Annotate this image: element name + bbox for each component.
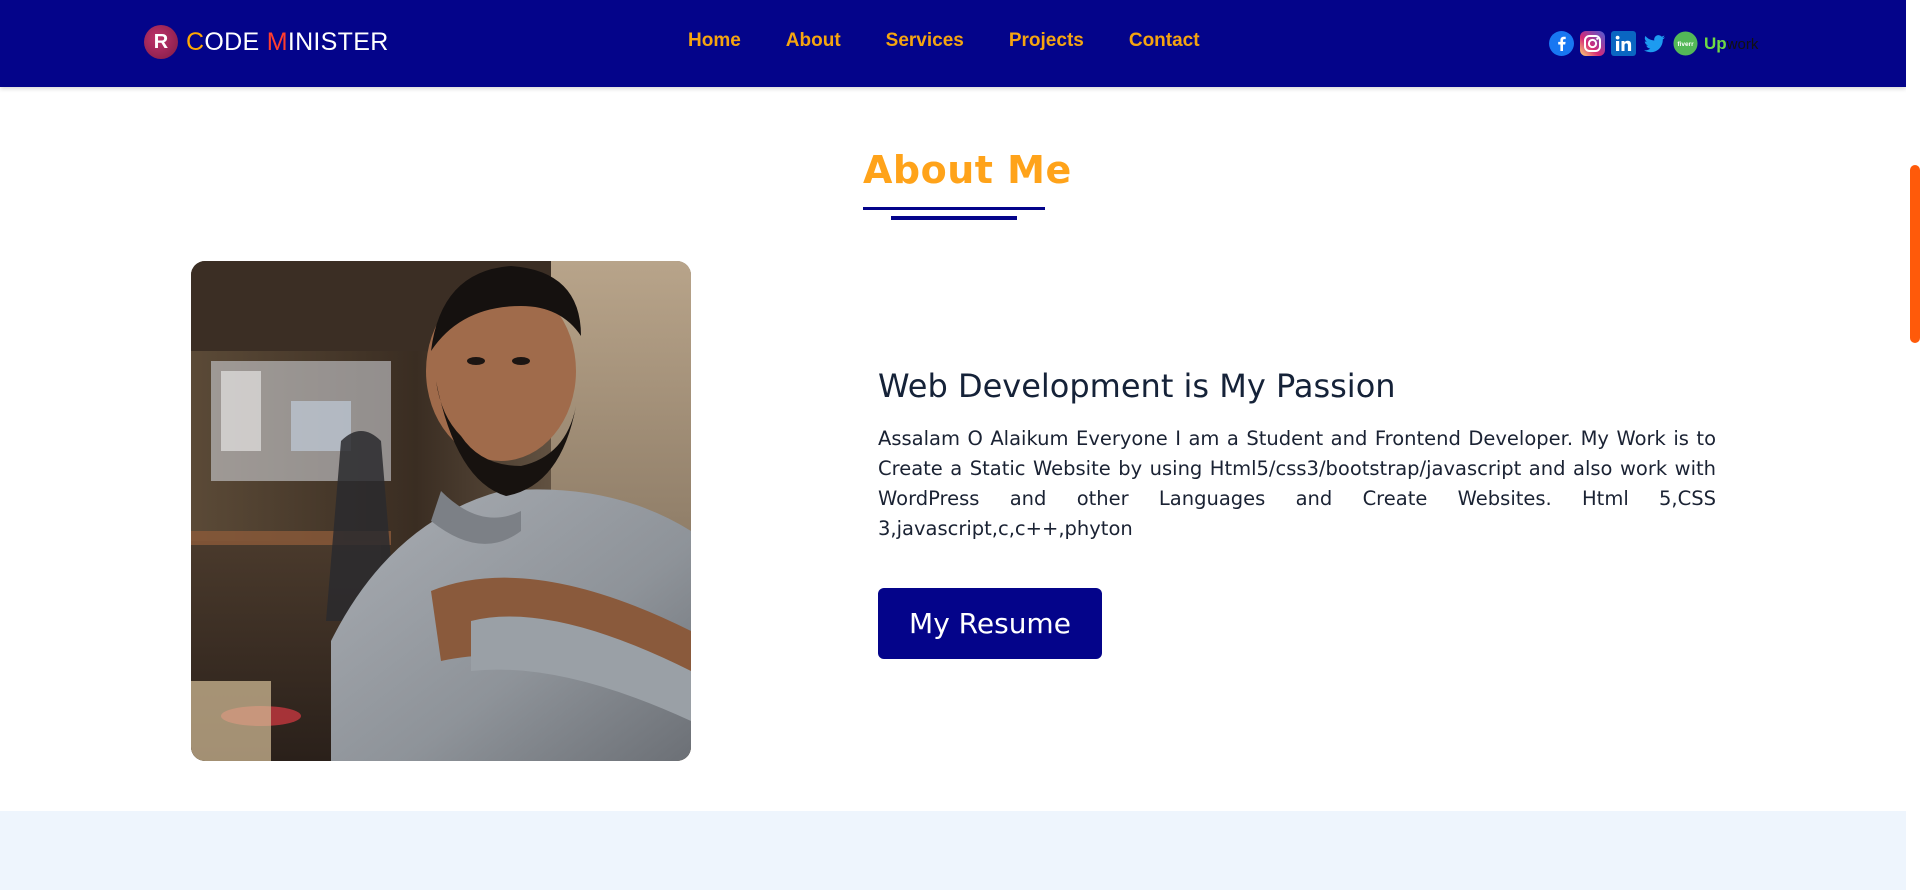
next-section-background <box>0 811 1906 890</box>
social-links: fiverr Up work <box>1549 31 1758 56</box>
fiverr-label: fiverr <box>1677 41 1694 48</box>
upwork-work-text: work <box>1726 35 1759 53</box>
upwork-icon[interactable]: Up work <box>1704 34 1758 54</box>
nav-projects[interactable]: Projects <box>1009 30 1084 52</box>
nav-services[interactable]: Services <box>886 30 964 52</box>
navbar: R CODE MINISTER Home About Services Proj… <box>0 0 1906 87</box>
twitter-icon[interactable] <box>1642 31 1667 56</box>
brand-rest-2: INISTER <box>287 27 389 56</box>
section-title: About Me <box>863 148 1072 192</box>
brand-initial-m: M <box>266 27 288 56</box>
resume-button[interactable]: My Resume <box>878 588 1102 659</box>
linkedin-icon[interactable] <box>1611 31 1636 56</box>
upwork-up-text: Up <box>1704 33 1727 53</box>
brand-logo-icon: R <box>144 25 178 59</box>
nav-menu: Home About Services Projects Contact <box>688 30 1200 52</box>
title-underline <box>863 207 1045 210</box>
brand[interactable]: R CODE MINISTER <box>144 25 389 59</box>
about-bio: Assalam O Alaikum Everyone I am a Studen… <box>878 427 1716 540</box>
brand-initial-c: C <box>186 27 205 56</box>
nav-home[interactable]: Home <box>688 30 741 52</box>
about-heading: Web Development is My Passion <box>878 367 1396 405</box>
fiverr-icon[interactable]: fiverr <box>1673 31 1698 56</box>
nav-contact[interactable]: Contact <box>1129 30 1200 52</box>
profile-photo <box>191 261 691 761</box>
scrollbar-track[interactable] <box>1906 0 1920 890</box>
brand-rest-1: ODE <box>204 27 267 56</box>
nav-about[interactable]: About <box>786 30 841 52</box>
brand-logo-letter: R <box>153 30 169 53</box>
title-underline-short <box>891 216 1017 220</box>
facebook-icon[interactable] <box>1549 31 1574 56</box>
brand-name: CODE MINISTER <box>186 28 389 57</box>
scrollbar-thumb[interactable] <box>1910 165 1920 343</box>
instagram-icon[interactable] <box>1580 31 1605 56</box>
